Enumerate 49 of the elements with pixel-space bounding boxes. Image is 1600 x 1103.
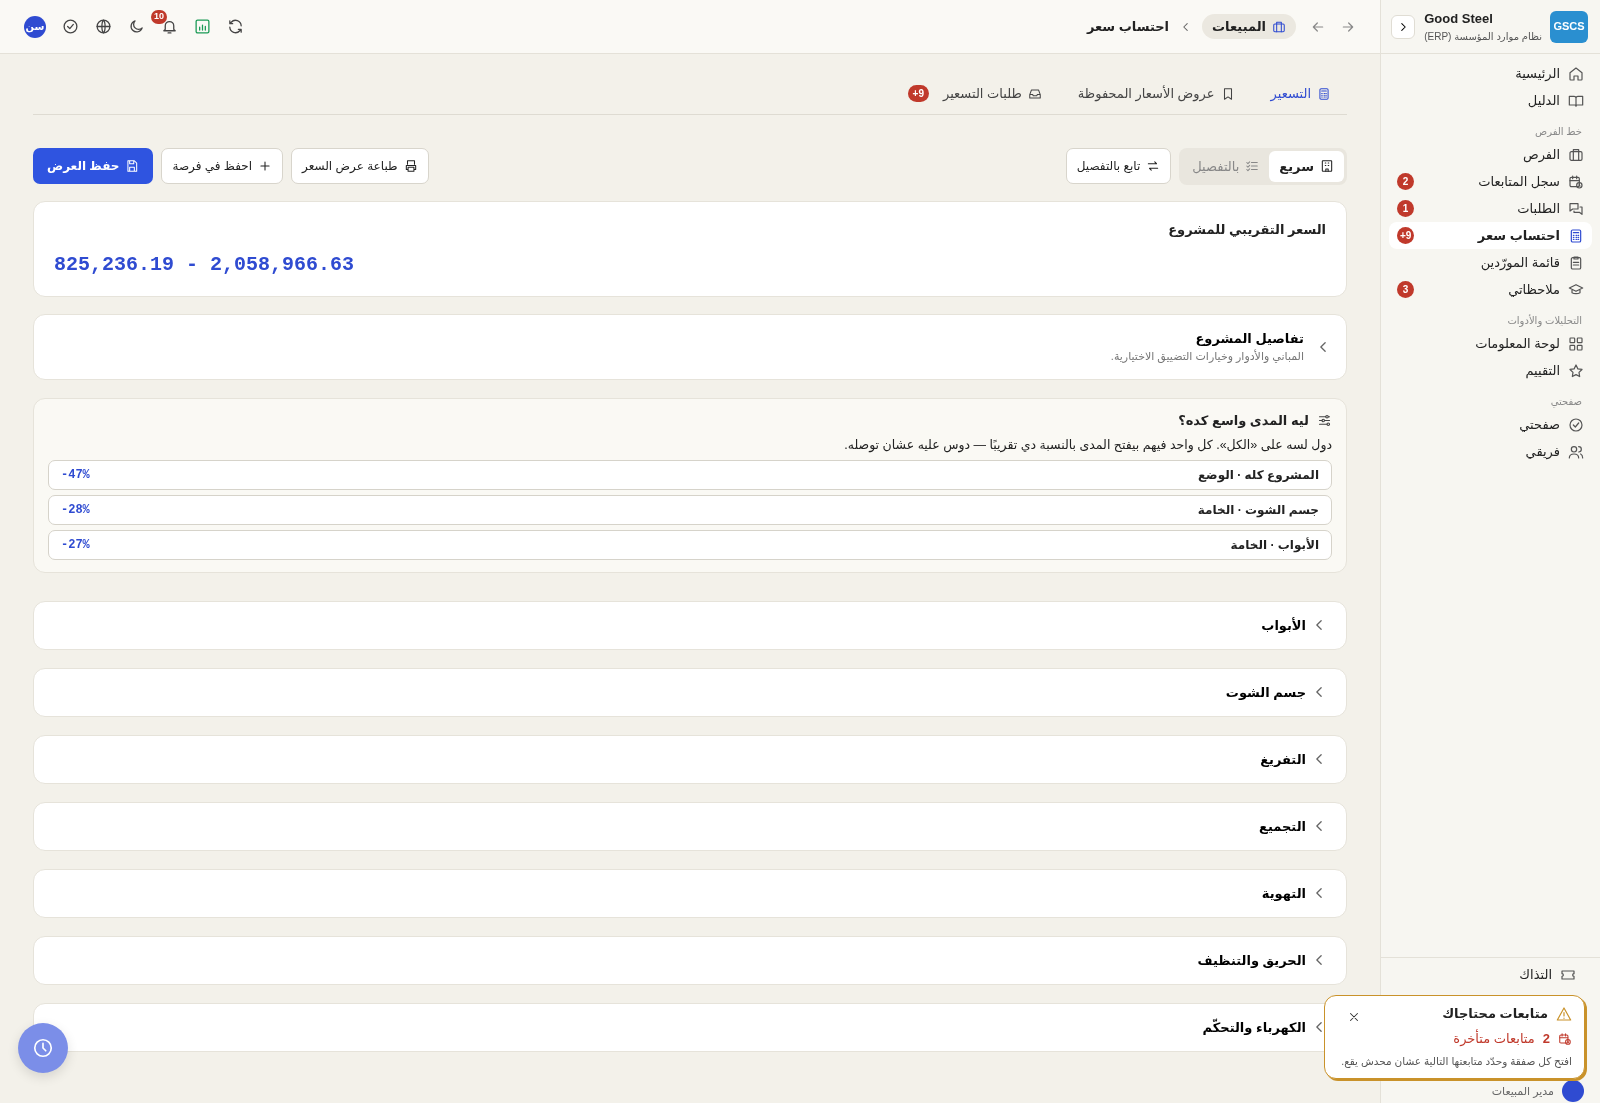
count-badge: +9 <box>907 85 929 103</box>
user-avatar[interactable]: سن <box>24 15 46 38</box>
panel-subtitle: المباني والأدوار وخيارات التضييق الاختيارية. <box>1110 348 1304 365</box>
sidebar-item[interactable]: التذاك <box>1397 961 1584 988</box>
section-header[interactable]: التهوية <box>33 868 1347 918</box>
section-header[interactable]: الحريق والتنظيف <box>33 935 1347 985</box>
section-header[interactable]: التجميع <box>33 801 1347 851</box>
details-panel[interactable]: تفاصيل المشروع المباني والأدوار وخيارات التضييق الاختيارية. <box>33 313 1347 380</box>
brand-name: Good Steel <box>1424 10 1494 29</box>
count-badge: 1 <box>1397 200 1414 217</box>
brand-subtitle: نظام موارد المؤسسة (ERP) <box>1424 29 1542 44</box>
logo: GSCS <box>1550 10 1588 43</box>
notification-badge: 10 <box>151 10 167 24</box>
breadcrumb-link[interactable]: المبيعات <box>1202 13 1296 40</box>
card-title: السعر التقريبي للمشروع <box>1167 221 1326 239</box>
sidebar-item[interactable]: صفحتي <box>1389 411 1592 438</box>
count-badge: 2 <box>1397 173 1414 190</box>
save-to-opportunity-button[interactable]: احفظ في فرصة <box>161 148 284 185</box>
section-header[interactable]: التفريغ <box>33 734 1347 784</box>
count-badge: 3 <box>1397 281 1414 298</box>
sidebar-item[interactable]: فريقي <box>1389 438 1592 465</box>
price-range: 825,236.19 - 2,058,966.63 <box>54 251 356 278</box>
panel-title: ليه المدى واسع كده؟ <box>1178 411 1309 430</box>
section-header[interactable]: جسم الشوت <box>33 667 1347 717</box>
count-badge: +9 <box>1397 227 1415 244</box>
sidebar-heading: صفحتي <box>1549 395 1583 410</box>
print-button[interactable]: طباعة عرض السعر <box>291 148 429 185</box>
user-role: مدير المبيعات <box>1491 1083 1554 1100</box>
panel-description: دول لسه على «الكل». كل واحد فيهم بيفتح المدى بالنسبة دي تقريبًا — دوس عليه عشان توصله. <box>843 437 1332 455</box>
toast-message: افتح كل صفقة وحدّد متابعتها التالية عشان محدش يقع. <box>1340 1054 1572 1070</box>
sidebar-item[interactable]: لوحة المعلومات <box>1389 330 1592 357</box>
save-button[interactable]: حفظ العرض <box>33 148 154 185</box>
follow-detail-button[interactable]: تابع بالتفصيل <box>1065 148 1172 185</box>
breadcrumb-current: احتساب سعر <box>1086 17 1170 36</box>
sidebar-heading: التحليلات والأدوات <box>1506 313 1583 329</box>
sidebar-item[interactable]: الرئيسية <box>1389 60 1592 87</box>
panel-title: تفاصيل المشروع <box>1194 329 1304 348</box>
section-header[interactable]: الأبواب <box>33 600 1347 650</box>
toast-title: متابعات محتاجاك <box>1442 1005 1548 1024</box>
sidebar-item[interactable]: الدليل <box>1389 87 1592 114</box>
mode-option[interactable]: سريع <box>1269 150 1344 182</box>
sidebar-heading: خط الفرص <box>1534 125 1583 139</box>
tab[interactable]: التسعير <box>1270 84 1331 104</box>
overdue-count: 2 <box>1542 1029 1550 1048</box>
sidebar-item[interactable]: التقييم <box>1389 357 1592 384</box>
tab[interactable]: عروض الأسعار المحفوظة <box>1077 84 1235 104</box>
sidebar-item[interactable]: قائمة المورّدين <box>1389 249 1592 276</box>
overdue-label: متابعات متأخرة <box>1453 1028 1535 1048</box>
sidebar-item[interactable]: الفرص <box>1389 141 1592 168</box>
